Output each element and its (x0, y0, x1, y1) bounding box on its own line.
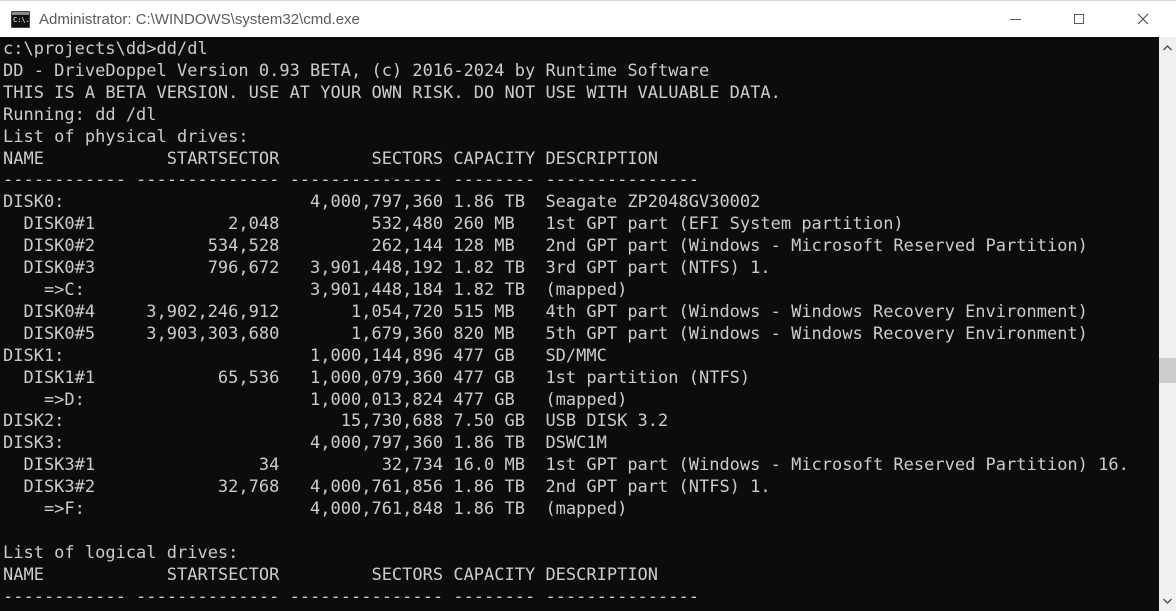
scrollbar-thumb[interactable] (1159, 358, 1176, 383)
cmd-icon[interactable]: C:\. (11, 11, 30, 28)
close-button[interactable] (1120, 1, 1166, 37)
console-line: NAME STARTSECTOR SECTORS CAPACITY DESCRI… (3, 565, 1159, 587)
console-line: DISK0#3 796,672 3,901,448,192 1.82 TB 3r… (3, 258, 1159, 280)
console-line: DISK0#1 2,048 532,480 260 MB 1st GPT par… (3, 214, 1159, 236)
console-line: DISK0#5 3,903,303,680 1,679,360 820 MB 5… (3, 324, 1159, 346)
scroll-down-button[interactable] (1159, 592, 1176, 609)
console-line: =>D: 1,000,013,824 477 GB (mapped) (3, 390, 1159, 412)
minimize-button[interactable] (992, 1, 1038, 37)
console-line: DISK3: 4,000,797,360 1.86 TB DSWC1M (3, 433, 1159, 455)
cmd-window: C:\. Administrator: C:\WINDOWS\system32\… (0, 0, 1176, 611)
console-line: NAME STARTSECTOR SECTORS CAPACITY DESCRI… (3, 149, 1159, 171)
chevron-down-icon (1163, 598, 1172, 604)
console-text: c:\projects\dd>dd/dlDD - DriveDoppel Ver… (3, 39, 1159, 609)
console-line: DISK1: 1,000,144,896 477 GB SD/MMC (3, 346, 1159, 368)
console-line: DISK0: 4,000,797,360 1.86 TB Seagate ZP2… (3, 192, 1159, 214)
console-line: c:\projects\dd>dd/dl (3, 39, 1159, 61)
console-line: THIS IS A BETA VERSION. USE AT YOUR OWN … (3, 83, 1159, 105)
console-line: =>F: 4,000,761,848 1.86 TB (mapped) (3, 499, 1159, 521)
console-line: DISK0#4 3,902,246,912 1,054,720 515 MB 4… (3, 302, 1159, 324)
console-line (3, 521, 1159, 543)
console-line: DISK2: 15,730,688 7.50 GB USB DISK 3.2 (3, 411, 1159, 433)
console-line: DD - DriveDoppel Version 0.93 BETA, (c) … (3, 61, 1159, 83)
console-line: Running: dd /dl (3, 105, 1159, 127)
console-line: ------------ -------------- ------------… (3, 170, 1159, 192)
maximize-icon (1074, 14, 1084, 24)
chevron-up-icon (1163, 45, 1172, 51)
console-line: DISK0#2 534,528 262,144 128 MB 2nd GPT p… (3, 236, 1159, 258)
window-title: Administrator: C:\WINDOWS\system32\cmd.e… (39, 11, 360, 28)
cmd-icon-titlestrip (12, 12, 29, 15)
close-icon (1137, 13, 1149, 25)
console-line: ------------ -------------- ------------… (3, 587, 1159, 609)
console-line: List of physical drives: (3, 127, 1159, 149)
minimize-icon (1010, 19, 1021, 20)
console-line: DISK3#1 34 32,734 16.0 MB 1st GPT part (… (3, 455, 1159, 477)
scroll-up-button[interactable] (1159, 39, 1176, 56)
maximize-button[interactable] (1056, 1, 1102, 37)
console-line: =>C: 3,901,448,184 1.82 TB (mapped) (3, 280, 1159, 302)
console-output[interactable]: c:\projects\dd>dd/dlDD - DriveDoppel Ver… (0, 37, 1159, 611)
cmd-icon-text: C:\. (13, 16, 30, 24)
console-line: List of logical drives: (3, 543, 1159, 565)
window-controls (992, 1, 1176, 37)
titlebar[interactable]: C:\. Administrator: C:\WINDOWS\system32\… (0, 0, 1176, 37)
vertical-scrollbar[interactable] (1159, 37, 1176, 611)
console-line: DISK1#1 65,536 1,000,079,360 477 GB 1st … (3, 368, 1159, 390)
console-line: DISK3#2 32,768 4,000,761,856 1.86 TB 2nd… (3, 477, 1159, 499)
